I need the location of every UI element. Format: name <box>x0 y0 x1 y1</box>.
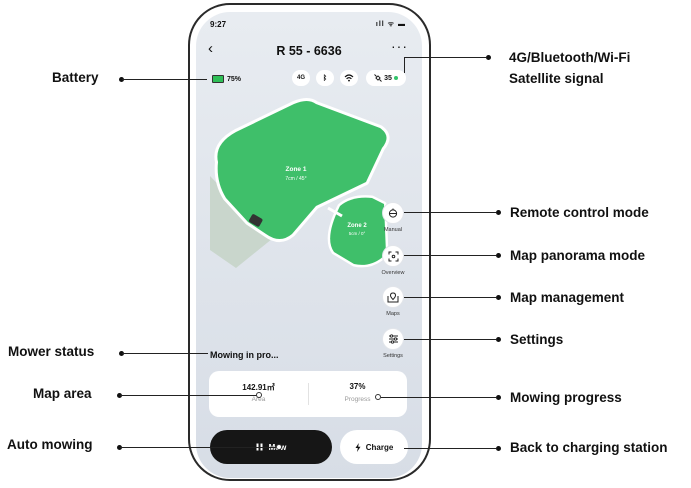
callout-progress-dot <box>496 395 501 400</box>
map-management-icon <box>387 291 399 302</box>
charge-button-label: Charge <box>365 442 394 452</box>
callout-panorama: Map panorama mode <box>510 248 646 263</box>
mower-status-text: Mowing in pro... <box>210 350 279 360</box>
callout-battery-line <box>122 79 207 80</box>
charge-button[interactable]: Charge <box>340 430 408 464</box>
callout-map-area: Map area <box>33 386 92 401</box>
callout-battery: Battery <box>52 70 99 85</box>
maps-label: Maps <box>386 311 400 317</box>
settings-button[interactable] <box>382 328 404 350</box>
manual-label: Manual <box>383 227 403 233</box>
zone-1-name: Zone 1 <box>286 166 307 173</box>
callout-remote: Remote control mode <box>510 205 649 220</box>
zone-2-detail: 5cm / 0° <box>349 231 366 236</box>
maps-button[interactable] <box>382 286 404 308</box>
callout-remote-line <box>404 212 496 213</box>
zone-1-detail: 7cm / 45° <box>285 176 306 182</box>
callout-signal-line <box>404 57 486 58</box>
callout-back-charge-dot <box>496 446 501 451</box>
manual-button[interactable] <box>382 202 404 224</box>
callout-panorama-dot <box>496 253 501 258</box>
callout-signal-line1: 4G/Bluetooth/Wi-Fi <box>509 50 631 65</box>
callout-auto-mowing: Auto mowing <box>7 437 93 452</box>
callout-signal-line2: Satellite signal <box>509 71 604 86</box>
callout-map-mgmt: Map management <box>510 290 625 305</box>
callout-remote-dot <box>496 210 501 215</box>
callout-signal-line-vertical <box>404 57 405 73</box>
callout-mower-status: Mower status <box>8 344 95 359</box>
callout-map-area-ring <box>256 392 262 398</box>
callout-settings-dot <box>496 337 501 342</box>
callout-panorama-line <box>404 255 496 256</box>
lightning-icon <box>355 442 361 452</box>
callout-map-mgmt-dot <box>496 295 501 300</box>
panorama-icon <box>388 251 398 261</box>
overview-button[interactable] <box>382 245 404 267</box>
remote-control-icon <box>388 208 398 218</box>
callout-back-charge: Back to charging station <box>510 440 668 455</box>
callout-progress-line <box>381 397 496 398</box>
overview-label: Overview <box>381 270 405 276</box>
callout-mower-status-line <box>122 353 208 354</box>
callout-map-mgmt-line <box>404 297 496 298</box>
settings-sliders-icon <box>388 334 398 344</box>
callout-signal-dot <box>486 55 491 60</box>
callout-map-area-line <box>120 395 257 396</box>
callout-auto-mowing-ring <box>276 444 282 450</box>
callout-settings: Settings <box>510 332 564 347</box>
callout-back-charge-line <box>404 448 496 449</box>
callout-progress: Mowing progress <box>510 390 622 405</box>
zone-2-name: Zone 2 <box>347 223 367 229</box>
callout-auto-mowing-line <box>120 447 276 448</box>
progress-value: 37% <box>349 382 366 391</box>
settings-label: Settings <box>383 353 403 359</box>
callout-settings-line <box>404 339 496 340</box>
app-screen: 9:27 ıll ᯤ ▬ ‹ R 55 - 6636 ··· 75% 4G ᛒ … <box>196 12 422 478</box>
